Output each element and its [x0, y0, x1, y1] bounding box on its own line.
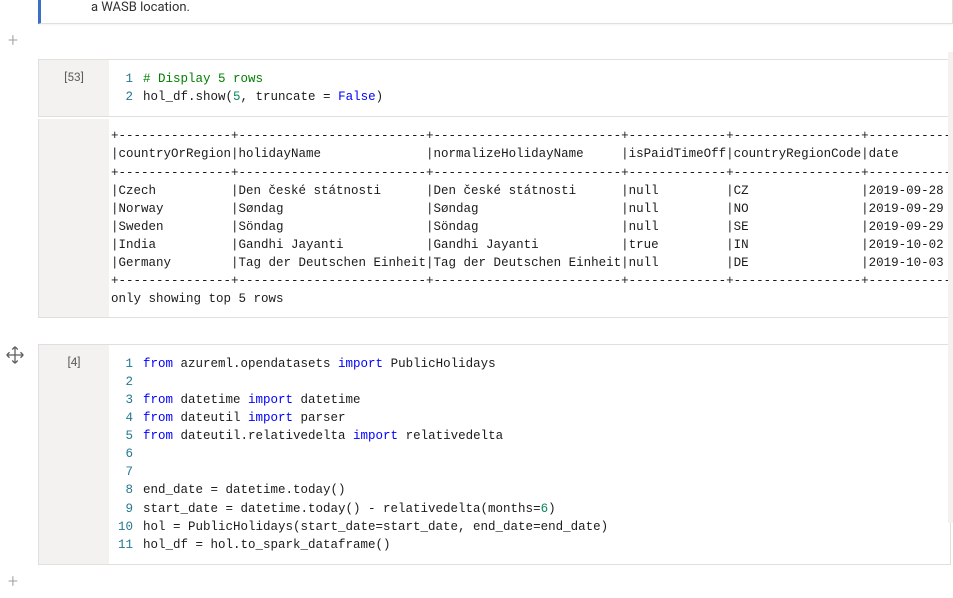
info-text: a WASB location.: [91, 0, 190, 15]
line-numbers: 1 2: [109, 70, 143, 106]
code-content[interactable]: from azureml.opendatasets import PublicH…: [143, 355, 950, 554]
info-banner: a WASB location.: [38, 0, 953, 24]
output-body: +---------------+-----------------------…: [38, 119, 953, 317]
cell-1-output: +---------------+-----------------------…: [0, 119, 953, 317]
execution-count: [4]: [39, 345, 109, 564]
code-editor[interactable]: 1 2 3 4 5 6 7 8 9 10 11 from azureml.ope…: [109, 345, 950, 564]
cell-body[interactable]: [53] 1 2 # Display 5 rows hol_df.show(5,…: [38, 59, 951, 117]
cell-gutter: [0, 344, 38, 565]
execution-count: [53]: [39, 60, 109, 116]
code-content[interactable]: # Display 5 rows hol_df.show(5, truncate…: [143, 70, 950, 106]
output-gutter: [39, 119, 109, 316]
stdout-output: +---------------+-----------------------…: [109, 119, 953, 316]
cell-body[interactable]: [4] 1 2 3 4 5 6 7 8 9 10 11 from azureml…: [38, 344, 951, 565]
add-cell-button[interactable]: +: [0, 565, 38, 598]
add-cell-button[interactable]: +: [0, 24, 38, 57]
line-numbers: 1 2 3 4 5 6 7 8 9 10 11: [109, 355, 143, 554]
move-cell-icon[interactable]: [4, 344, 26, 370]
plus-icon: +: [8, 571, 18, 592]
code-cell-1: [53] 1 2 # Display 5 rows hol_df.show(5,…: [0, 59, 953, 117]
scrollbar[interactable]: [948, 52, 953, 523]
plus-icon: +: [8, 30, 18, 51]
code-cell-2: [4] 1 2 3 4 5 6 7 8 9 10 11 from azureml…: [0, 344, 953, 565]
code-editor[interactable]: 1 2 # Display 5 rows hol_df.show(5, trun…: [109, 60, 950, 116]
cell-gutter: [0, 59, 38, 117]
cell-gutter: [0, 119, 38, 317]
